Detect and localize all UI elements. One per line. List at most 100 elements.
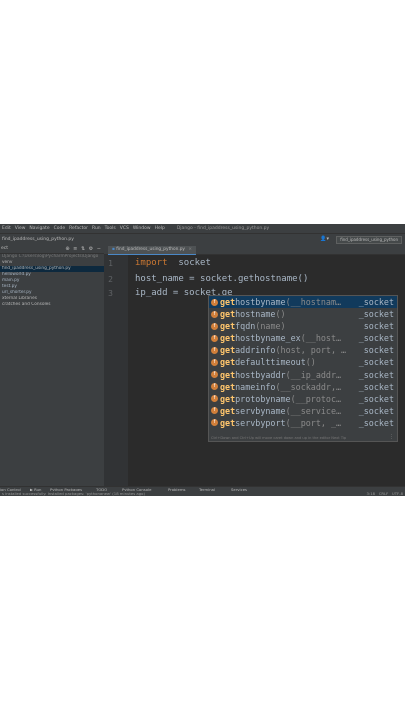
- function-icon: f: [211, 322, 218, 330]
- completion-item[interactable]: f getfqdn(name) socket: [209, 320, 397, 332]
- menu-vcs[interactable]: VCS: [118, 224, 131, 233]
- match-highlight: get: [220, 297, 236, 307]
- code-line[interactable]: host_name = socket.gethostname(): [135, 274, 308, 284]
- completion-module: _socket: [358, 309, 394, 320]
- menu-refactor[interactable]: Refactor: [67, 224, 90, 233]
- status-right: 3:18 CRLF UTF-8: [367, 491, 403, 496]
- user-icon[interactable]: 👤▾: [320, 234, 329, 245]
- completion-rest: servbyname: [235, 405, 286, 416]
- completion-rest: nameinfo: [235, 381, 276, 392]
- match-highlight: get: [220, 405, 236, 416]
- function-icon: f: [211, 395, 218, 403]
- code-token: socket: [167, 258, 211, 268]
- completion-item[interactable]: f gethostbyname(__hostnam… _socket: [209, 296, 397, 309]
- match-highlight: get: [220, 333, 236, 344]
- completion-module: _socket: [358, 405, 394, 416]
- tree-item[interactable]: Django C:\Users\log\PycharmProjects\Djan…: [0, 254, 104, 260]
- completion-item[interactable]: f gethostbyaddr(__ip_addr… _socket: [209, 369, 397, 381]
- completion-item[interactable]: f gethostname() _socket: [209, 308, 397, 320]
- project-panel-tools[interactable]: ⊕ ≡ ⇅ ⚙ −: [65, 245, 102, 253]
- function-icon: f: [211, 419, 218, 427]
- menu-edit[interactable]: Edit: [0, 224, 13, 233]
- completion-params: (host, port, …: [275, 345, 347, 356]
- function-icon: f: [211, 383, 218, 391]
- completion-rest: fqdn: [235, 321, 256, 332]
- match-highlight: get: [220, 321, 236, 332]
- completion-item[interactable]: f getservbyname(__service… _socket: [209, 405, 397, 417]
- menu-tools[interactable]: Tools: [103, 224, 118, 233]
- tree-item[interactable]: cratches and Consoles: [0, 302, 104, 308]
- completion-params: (__port, _…: [285, 417, 342, 428]
- editor-tab-bar: ▪ find_ipaddress_using_python.py ×: [104, 245, 405, 255]
- match-highlight: get: [220, 345, 236, 356]
- tab-find-ipaddress[interactable]: ▪ find_ipaddress_using_python.py ×: [108, 246, 196, 255]
- line-gutter: 1 2 3: [104, 255, 128, 486]
- menu-run[interactable]: Run: [90, 224, 103, 233]
- function-icon: f: [211, 310, 218, 318]
- completion-params: (__hostnam…: [285, 297, 342, 307]
- completion-name: getfqdn(name): [220, 320, 286, 332]
- completion-rest: protobyname: [235, 393, 291, 404]
- function-icon: f: [211, 346, 218, 354]
- completion-name: getservbyname(__service…: [220, 405, 341, 417]
- completion-module: socket: [363, 345, 394, 356]
- completion-module: _socket: [358, 357, 394, 368]
- close-icon[interactable]: ×: [188, 247, 192, 252]
- file-encoding[interactable]: UTF-8: [392, 491, 403, 496]
- match-highlight: get: [220, 393, 236, 404]
- match-highlight: get: [220, 369, 236, 380]
- completion-item[interactable]: f getaddrinfo(host, port, … socket: [209, 344, 397, 356]
- menu-help[interactable]: Help: [153, 224, 167, 233]
- menu-code[interactable]: Code: [52, 224, 68, 233]
- code-line[interactable]: import socket: [135, 258, 211, 268]
- match-highlight: get: [220, 417, 236, 428]
- project-tree: Django C:\Users\log\PycharmProjects\Djan…: [0, 254, 104, 486]
- menubar: Edit View Navigate Code Refactor Run Tools VCS W…: [0, 224, 405, 233]
- completion-name: gethostbyaddr(__ip_addr…: [220, 369, 341, 381]
- completion-tip[interactable]: Ctrl+Down and Ctrl+Up will move caret do…: [211, 436, 346, 440]
- completion-rest: hostbyname: [235, 297, 286, 307]
- function-icon: f: [211, 298, 218, 306]
- completion-name: gethostbyname(__hostnam…: [220, 296, 341, 308]
- completion-rest: hostbyname_ex: [235, 333, 301, 344]
- completion-item[interactable]: f getservbyport(__port, _… _socket: [209, 417, 397, 429]
- more-options-icon[interactable]: ⋮: [389, 434, 394, 440]
- completion-params: (__ip_addr…: [285, 369, 342, 380]
- completion-item[interactable]: f getnameinfo(__sockaddr,… _socket: [209, 381, 397, 393]
- window-title: Django - find_ipaddress_using_python.py: [176, 226, 270, 231]
- caret-position[interactable]: 3:18: [367, 491, 376, 496]
- menu-window[interactable]: Window: [131, 224, 153, 233]
- project-panel-title[interactable]: ect: [0, 246, 8, 251]
- project-panel-header: ect ⊕ ≡ ⇅ ⚙ −: [0, 245, 104, 254]
- breadcrumb[interactable]: find_ipaddress_using_python.py: [2, 234, 74, 245]
- completion-name: getservbyport(__port, _…: [220, 417, 341, 429]
- menu-view[interactable]: View: [13, 224, 28, 233]
- completion-rest: defaulttimeout: [235, 357, 306, 368]
- code-token: host_name = socket.gethostname(): [135, 274, 309, 284]
- function-icon: f: [211, 371, 218, 379]
- completion-item[interactable]: f getprotobyname(__protoc… _socket: [209, 393, 397, 405]
- menu-navigate[interactable]: Navigate: [27, 224, 51, 233]
- completion-name: getaddrinfo(host, port, …: [220, 344, 346, 356]
- completion-params: (__protoc…: [290, 393, 342, 404]
- completion-item[interactable]: f getdefaulttimeout() _socket: [209, 356, 397, 368]
- function-icon: f: [211, 407, 218, 415]
- line-separator[interactable]: CRLF: [379, 491, 389, 496]
- completion-module: socket: [363, 321, 394, 332]
- line-number: 3: [108, 289, 113, 298]
- function-icon: f: [211, 358, 218, 366]
- completion-item[interactable]: f gethostbyname_ex(__host… _socket: [209, 332, 397, 344]
- completion-rest: hostname: [235, 309, 276, 320]
- completion-module: _socket: [358, 369, 394, 380]
- match-highlight: get: [220, 381, 236, 392]
- run-configuration-select[interactable]: find_ipaddress_using_python: [336, 236, 402, 244]
- completion-params: (__host…: [300, 333, 342, 344]
- python-file-icon: ▪: [112, 247, 115, 252]
- completion-module: _socket: [358, 333, 394, 344]
- completion-params: (): [305, 357, 316, 368]
- completion-name: getnameinfo(__sockaddr,…: [220, 381, 341, 393]
- completion-rest: hostbyaddr: [235, 369, 286, 380]
- completion-name: getprotobyname(__protoc…: [220, 393, 341, 405]
- tab-label: find_ipaddress_using_python.py: [116, 247, 185, 252]
- status-message: s installed successfully: Installed pack…: [2, 491, 145, 496]
